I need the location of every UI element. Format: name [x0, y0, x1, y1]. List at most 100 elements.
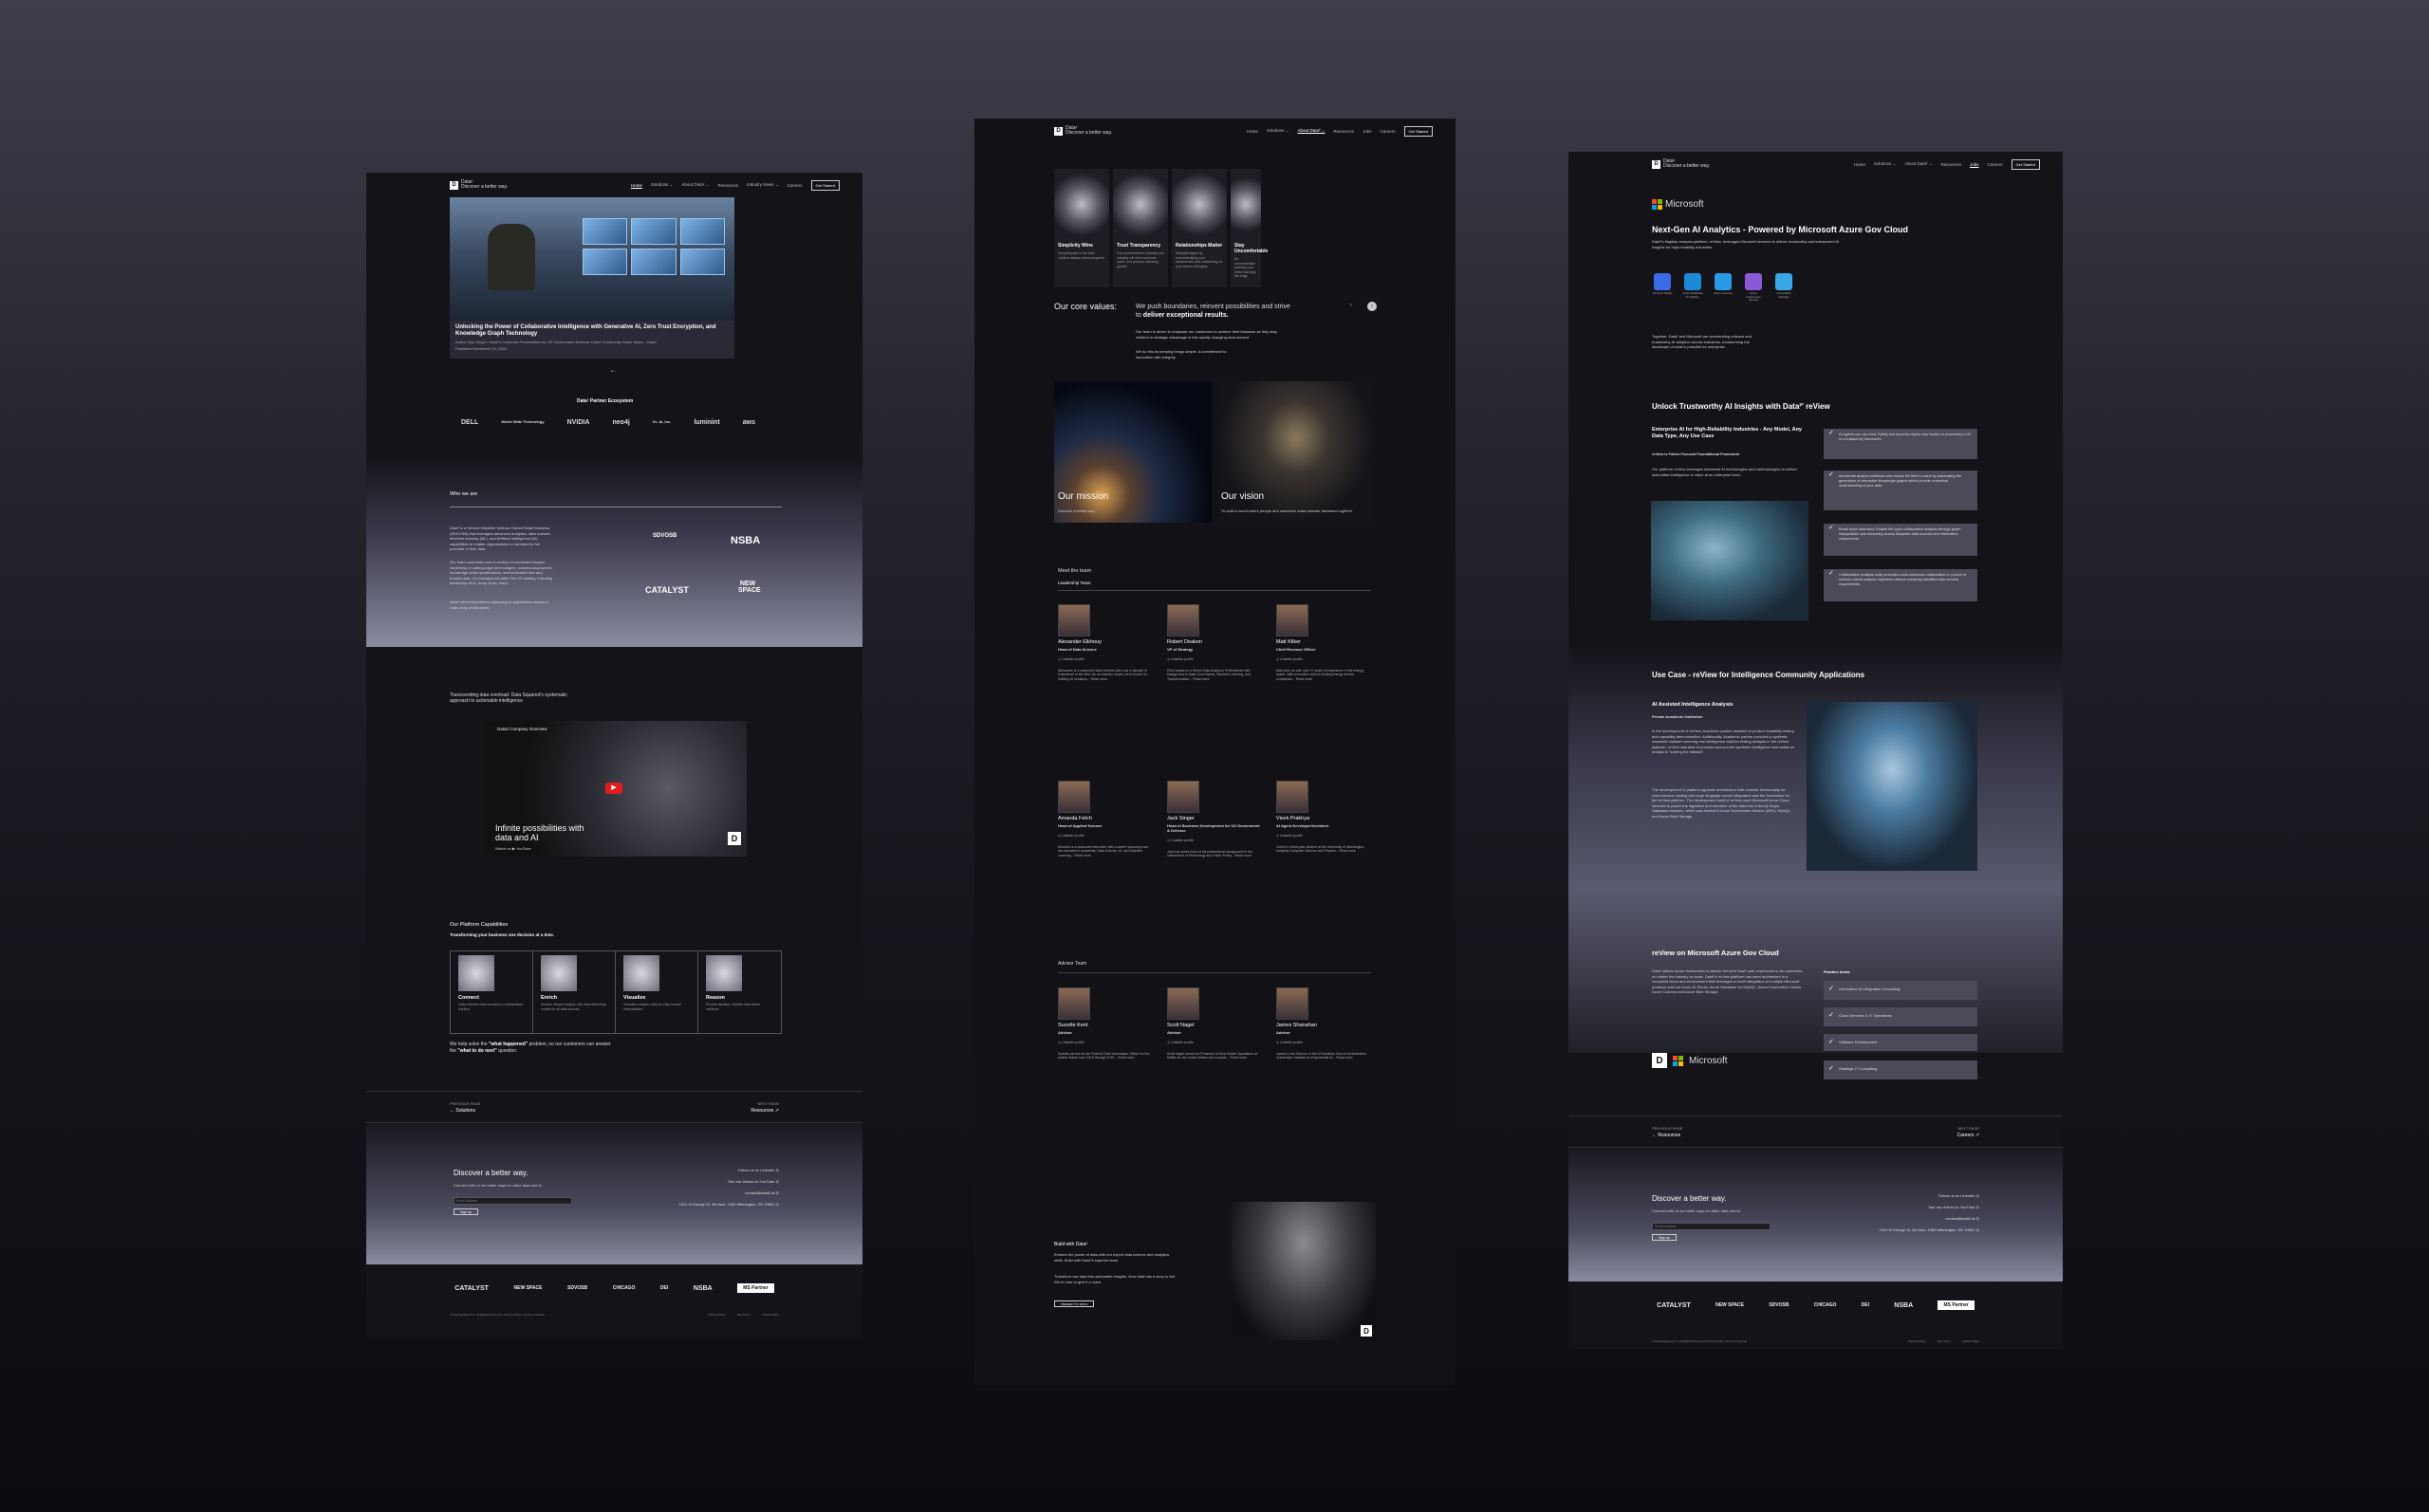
- footer-nsba-logo: NSBA: [1894, 1301, 1914, 1309]
- practice-area[interactable]: Cloud Services & IT Operations: [1824, 1007, 1977, 1026]
- nav-careers[interactable]: Careers: [1988, 162, 2003, 167]
- get-started-button[interactable]: Get Started: [1403, 125, 1433, 137]
- nav-about[interactable]: About Data² ⌄: [1904, 161, 1932, 167]
- linkedin-link[interactable]: ◎ LinkedIn profile: [1276, 834, 1371, 838]
- cap-title: Enrich: [541, 995, 558, 1001]
- linkedin-link[interactable]: ◎ LinkedIn profile: [1276, 657, 1371, 661]
- carousel-next-icon[interactable]: ›: [1367, 302, 1377, 311]
- reason-image: [706, 955, 742, 991]
- prev-page-link[interactable]: ← Resources: [1652, 1133, 1680, 1138]
- nav-jobs[interactable]: Jobs: [1363, 129, 1372, 134]
- linkedin-link[interactable]: ◎ LinkedIn profile: [1058, 1041, 1153, 1044]
- address-text: 1321 N Orange St, 4th floor, 1450 Wilmin…: [679, 1202, 779, 1207]
- member-name: Robert Deakon: [1167, 639, 1202, 645]
- cap-reason[interactable]: Reason Provide dynamic, flexible data-dri…: [698, 951, 781, 1033]
- nav-solutions[interactable]: Solutions ⌄: [651, 182, 674, 188]
- footer-dei-logo: DEI: [1861, 1302, 1869, 1308]
- nav-solutions[interactable]: Solutions ⌄: [1874, 161, 1897, 167]
- soldier-figure: [488, 224, 535, 290]
- linkedin-link[interactable]: ◎ LinkedIn profile: [1167, 1041, 1262, 1044]
- cap-visualize[interactable]: Visualize Visualize complex data for easy…: [616, 951, 698, 1033]
- linkedin-link[interactable]: ◎ LinkedIn profile: [1058, 657, 1153, 661]
- core-values-text: We push boundaries, reinvent possibiliti…: [1136, 303, 1297, 320]
- nav-home[interactable]: Home: [1247, 129, 1258, 134]
- nav-resources[interactable]: Resources: [1940, 162, 1961, 167]
- youtube-play-icon[interactable]: ▶: [605, 783, 622, 794]
- email-field[interactable]: Email Address: [1652, 1223, 1771, 1230]
- privacy-link[interactable]: Privacy Policy: [1908, 1339, 1926, 1343]
- hero-caption[interactable]: Unlocking the Power of Collaborative Int…: [450, 321, 734, 359]
- nav-industry-news[interactable]: Industry News ⌄: [747, 182, 779, 188]
- intro-text: Data²'s flagship analysis platform, reVi…: [1652, 239, 1840, 249]
- value-card[interactable]: Simplicity Wins Simplest path to the best…: [1054, 169, 1109, 287]
- email-field[interactable]: Email Address: [454, 1197, 572, 1205]
- value-card[interactable]: Trust Transparency Our commitment to hone…: [1113, 169, 1168, 287]
- nav-resources[interactable]: Resources: [1333, 129, 1354, 134]
- video-channel: Data2 Company Overview: [497, 727, 547, 731]
- link-text: See our videos on YouTube: [1928, 1205, 1975, 1209]
- terms-link[interactable]: Site Terms: [1938, 1339, 1951, 1343]
- email-link[interactable]: contact@data2.ai ◎: [745, 1190, 779, 1195]
- get-started-button[interactable]: Get Started: [810, 179, 840, 191]
- youtube-link[interactable]: See our videos on YouTube ◎: [1928, 1205, 1979, 1209]
- cap-enrich[interactable]: Enrich Surface deeper insights with data …: [533, 951, 616, 1033]
- nav-about[interactable]: About Data² ⌄: [681, 182, 709, 188]
- privacy-link[interactable]: Privacy Policy: [708, 1313, 726, 1317]
- get-started-button[interactable]: Get Started: [2011, 158, 2040, 170]
- brand-logo[interactable]: D Data² Discover a better way.: [450, 180, 508, 190]
- linkedin-link[interactable]: ◎ LinkedIn profile: [1276, 1041, 1371, 1044]
- brand-logo[interactable]: D Data² Discover a better way.: [1652, 159, 1710, 169]
- mission-card[interactable]: Our mission Discover a better way.: [1054, 381, 1212, 523]
- ai-analysis-title: AI Assisted Intelligence Analysis: [1652, 702, 1734, 708]
- signup-button[interactable]: Sign up: [1652, 1234, 1677, 1241]
- value-desc: Simplest path to the best solution alway…: [1058, 251, 1105, 260]
- email-link[interactable]: contact@data2.ai ◎: [1945, 1216, 1979, 1221]
- nav-solutions[interactable]: Solutions ⌄: [1267, 128, 1289, 134]
- carousel-dots[interactable]: • ◦: [611, 369, 616, 375]
- nav-resources[interactable]: Resources: [717, 183, 738, 188]
- practice-area[interactable]: Software Development: [1824, 1034, 1977, 1051]
- value-card[interactable]: Relationships Matter Integrity begins by …: [1172, 169, 1227, 287]
- present-button[interactable]: PRESENT TO DATA²: [1054, 1300, 1095, 1307]
- linkedin-link[interactable]: ◎ LinkedIn profile: [1058, 834, 1153, 838]
- advisor-member: James Shanahan Advisor ◎ LinkedIn profile J…: [1276, 987, 1371, 1060]
- member-bio: Jack has spent most of his professional …: [1167, 849, 1252, 858]
- watch-on-youtube[interactable]: Watch on ▶ YouTube: [495, 846, 531, 851]
- nav-jobs[interactable]: Jobs: [1970, 162, 1979, 167]
- member-role: Advisor: [1058, 1029, 1072, 1035]
- nav-careers[interactable]: Careers: [788, 183, 803, 188]
- next-page-link[interactable]: Careers ↗: [1957, 1133, 1979, 1138]
- cookie-link[interactable]: Cookie Policy: [762, 1313, 779, 1317]
- vision-card[interactable]: Our vision To build a world where people…: [1217, 381, 1375, 523]
- linkedin-link[interactable]: Follow us on LinkedIn ◎: [738, 1168, 779, 1172]
- nav-home[interactable]: Home: [631, 183, 642, 188]
- nav-about[interactable]: About Data² ⌄: [1297, 128, 1325, 134]
- terms-link[interactable]: Site Terms: [737, 1313, 751, 1317]
- linkedin-link[interactable]: ◎ LinkedIn profile: [1167, 839, 1262, 842]
- carousel-prev-icon[interactable]: ‹: [1350, 303, 1352, 308]
- practice-area[interactable]: Strategic IT Consulting: [1824, 1060, 1977, 1079]
- youtube-link[interactable]: See our videos on YouTube ◎: [728, 1179, 779, 1184]
- value-card[interactable]: Stay Uncomfortable An uncomfortable pushi…: [1231, 169, 1268, 287]
- video-player[interactable]: Data2 Company Overview ▶ Infinite possib…: [486, 721, 747, 857]
- signup-button[interactable]: Sign up: [454, 1208, 478, 1215]
- mission-desc: Discover a better way.: [1058, 508, 1096, 513]
- practice-area[interactable]: Generative AI Integration Consulting: [1824, 981, 1977, 1000]
- icon-shape: [1684, 273, 1701, 290]
- nav-home[interactable]: Home: [1854, 162, 1865, 167]
- team-member: Matt Kilker Chief Revenue Officer ◎ Linked…: [1276, 604, 1371, 681]
- cap-connect[interactable]: Connect Unify relevant data sources to a …: [451, 951, 533, 1033]
- prev-page-link[interactable]: ← Solutions: [450, 1108, 475, 1114]
- nav-careers[interactable]: Careers: [1381, 129, 1396, 134]
- brand-logo[interactable]: D Data² Discover a better way.: [1054, 126, 1112, 136]
- linkedin-text: LinkedIn profile: [1062, 1040, 1085, 1044]
- next-page-link[interactable]: Resources ↗: [751, 1108, 779, 1114]
- cookie-link[interactable]: Cookie Policy: [1962, 1339, 1979, 1343]
- note-text: We help solve the: [450, 1042, 490, 1047]
- member-bio: Scott Nagel served as President of Real …: [1167, 1051, 1257, 1060]
- linkedin-link[interactable]: ◎ LinkedIn profile: [1167, 657, 1262, 661]
- partners-title: Data² Partner Ecosystem: [577, 398, 634, 404]
- brand-tagline: Discover a better way.: [1066, 130, 1113, 136]
- cap-title: Connect: [458, 995, 479, 1001]
- linkedin-link[interactable]: Follow us on LinkedIn ◎: [1938, 1193, 1979, 1198]
